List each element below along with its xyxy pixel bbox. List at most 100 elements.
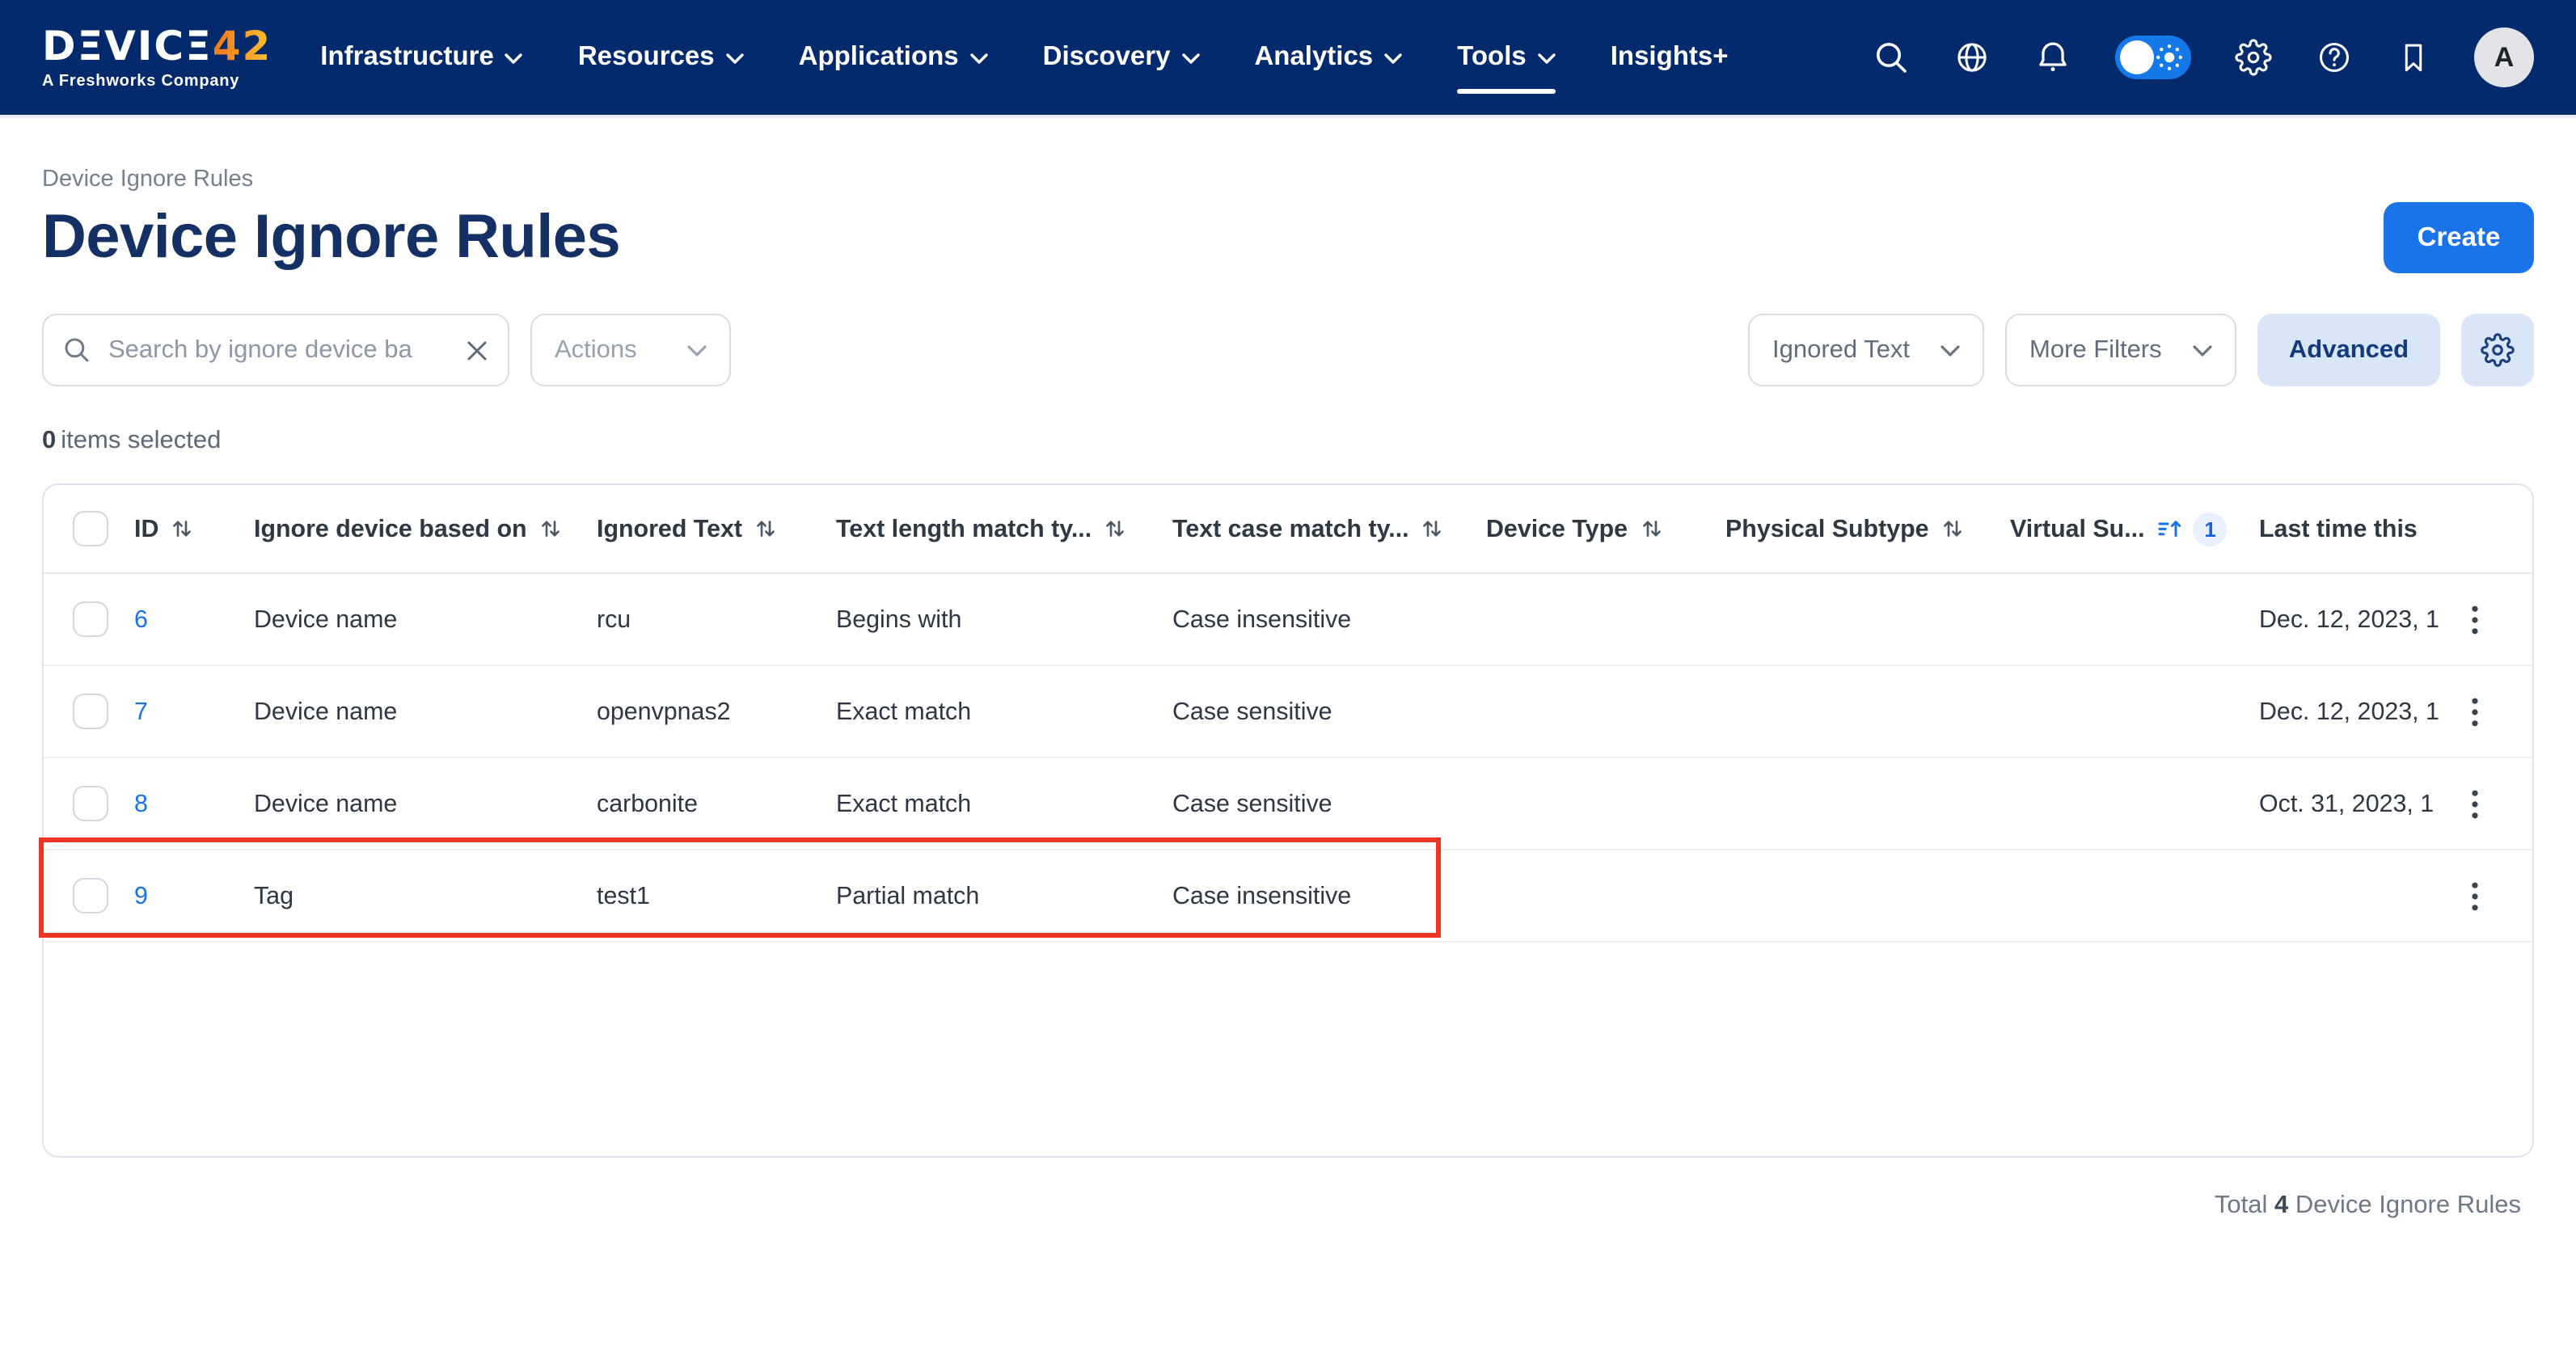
more-filters-dropdown[interactable]: More Filters [2005,314,2236,386]
column-header-label: Ignore device based on [254,515,527,542]
select-all-checkbox[interactable] [73,511,108,546]
quick-filter-dropdown[interactable]: Ignored Text [1748,314,1984,386]
chevron-down-icon [1181,53,1199,65]
sort-icon[interactable] [171,517,192,540]
cell-text-case-match: Case insensitive [1172,605,1486,633]
sort-ascending-icon[interactable] [2158,517,2182,540]
row-id-link[interactable]: 8 [134,790,148,817]
column-header-label: Ignored Text [597,515,742,542]
chevron-down-icon [687,344,707,356]
nav-item-label: Applications [799,42,959,73]
row-checkbox[interactable] [73,601,108,637]
column-header-ignore-device-based-on[interactable]: Ignore device based on [254,515,597,542]
brand-logo[interactable]: DΞVICΞ42 A Freshworks Company [42,25,272,90]
row-id-link[interactable]: 9 [134,882,148,909]
column-header-physical-subtype[interactable]: Physical Subtype [1725,515,2010,542]
nav-item-insights[interactable]: Insights+ [1611,42,1729,73]
chevron-down-icon [1940,344,1960,356]
search-box[interactable] [42,314,509,386]
sun-icon [2154,42,2185,81]
column-header-text-case-match-ty[interactable]: Text case match ty... [1172,515,1486,542]
search-input[interactable] [105,334,451,366]
chevron-down-icon [2193,344,2212,356]
search-icon [63,336,91,364]
table-row[interactable]: 9 Tag test1 Partial match Case insensiti… [44,850,2532,943]
nav-item-applications[interactable]: Applications [799,42,988,73]
column-header-id[interactable]: ID [134,515,254,542]
sort-icon[interactable] [755,517,776,540]
nav-item-tools[interactable]: Tools [1457,42,1556,73]
notifications-bell-icon[interactable] [2034,39,2071,76]
settings-gear-icon[interactable] [2235,39,2272,76]
kebab-menu-icon[interactable] [2470,604,2478,635]
row-checkbox-cell [44,694,134,729]
nav-item-analytics[interactable]: Analytics [1254,42,1402,73]
table-settings-button[interactable] [2461,314,2534,386]
actions-dropdown[interactable]: Actions [530,314,731,386]
bookmark-icon[interactable] [2397,39,2430,76]
row-menu-cell [2440,696,2508,727]
logo-accent: 42 [213,22,272,69]
sort-icon[interactable] [1641,517,1662,540]
toolbar-filters: Ignored Text More Filters Advanced [1748,314,2534,386]
row-checkbox[interactable] [73,786,108,821]
column-header-label: Text length match ty... [836,515,1092,542]
column-header-text-length-match-ty[interactable]: Text length match ty... [836,515,1172,542]
nav-item-label: Insights+ [1611,42,1729,73]
user-avatar[interactable]: A [2474,27,2534,87]
kebab-menu-icon[interactable] [2470,788,2478,819]
logo-text: DΞVICΞ42 [42,25,272,65]
row-checkbox[interactable] [73,694,108,729]
top-navbar: DΞVICΞ42 A Freshworks Company Infrastruc… [0,0,2576,118]
cell-last-time: Dec. 12, 2023, 1 [2259,605,2440,633]
row-menu-cell [2440,604,2508,635]
cell-ignore-device-based-on: Device name [254,698,597,725]
navbar-icon-group: A [1873,27,2534,87]
nav-item-infrastructure[interactable]: Infrastructure [320,42,523,73]
sort-icon[interactable] [1422,517,1443,540]
gear-icon [2481,333,2515,367]
screen: DΞVICΞ42 A Freshworks Company Infrastruc… [0,0,2576,1350]
cell-ignored-text: carbonite [597,790,836,817]
column-header-label: Device Type [1486,515,1628,542]
table-row[interactable]: 7 Device name openvpnas2 Exact match Cas… [44,666,2532,758]
total-count: 4 [2274,1192,2288,1219]
breadcrumb[interactable]: Device Ignore Rules [42,118,2534,192]
toggle-knob [2120,40,2154,74]
column-header-ignored-text[interactable]: Ignored Text [597,515,836,542]
search-icon[interactable] [1873,39,1910,76]
advanced-button[interactable]: Advanced [2257,314,2440,386]
column-header-label: Virtual Su... [2010,515,2145,542]
nav-item-resources[interactable]: Resources [578,42,744,73]
cell-ignore-device-based-on: Tag [254,882,597,909]
cell-ignored-text: openvpnas2 [597,698,836,725]
sort-icon[interactable] [540,517,561,540]
row-id-link[interactable]: 6 [134,605,148,633]
more-filters-label: More Filters [2029,335,2162,365]
table-row[interactable]: 6 Device name rcu Begins with Case insen… [44,574,2532,666]
sort-icon[interactable] [1942,517,1963,540]
help-icon[interactable] [2316,39,2353,76]
column-header-device-type[interactable]: Device Type [1486,515,1725,542]
total-count-line: Total 4 Device Ignore Rules [42,1192,2534,1221]
chevron-down-icon [726,53,744,65]
selection-count: 0 [42,427,56,454]
nav-item-discovery[interactable]: Discovery [1043,42,1200,73]
create-button[interactable]: Create [2384,202,2534,273]
sort-icon[interactable] [1104,517,1125,540]
title-row: Device Ignore Rules Create [42,202,2534,273]
kebab-menu-icon[interactable] [2470,696,2478,727]
row-id-link[interactable]: 7 [134,698,148,725]
row-checkbox[interactable] [73,878,108,913]
cell-last-time: Oct. 31, 2023, 1 [2259,790,2440,817]
active-sort-indicator: 1 [2158,512,2228,546]
chevron-down-icon [505,53,523,65]
theme-toggle[interactable] [2115,36,2191,79]
kebab-menu-icon[interactable] [2470,880,2478,911]
globe-language-icon[interactable] [1953,39,1991,76]
total-suffix: Device Ignore Rules [2295,1192,2521,1219]
column-header-last-time-this[interactable]: Last time this [2259,515,2440,542]
clear-search-icon[interactable] [466,339,488,361]
table-row[interactable]: 8 Device name carbonite Exact match Case… [44,758,2532,850]
column-header-virtual-su[interactable]: Virtual Su... 1 [2010,512,2259,546]
